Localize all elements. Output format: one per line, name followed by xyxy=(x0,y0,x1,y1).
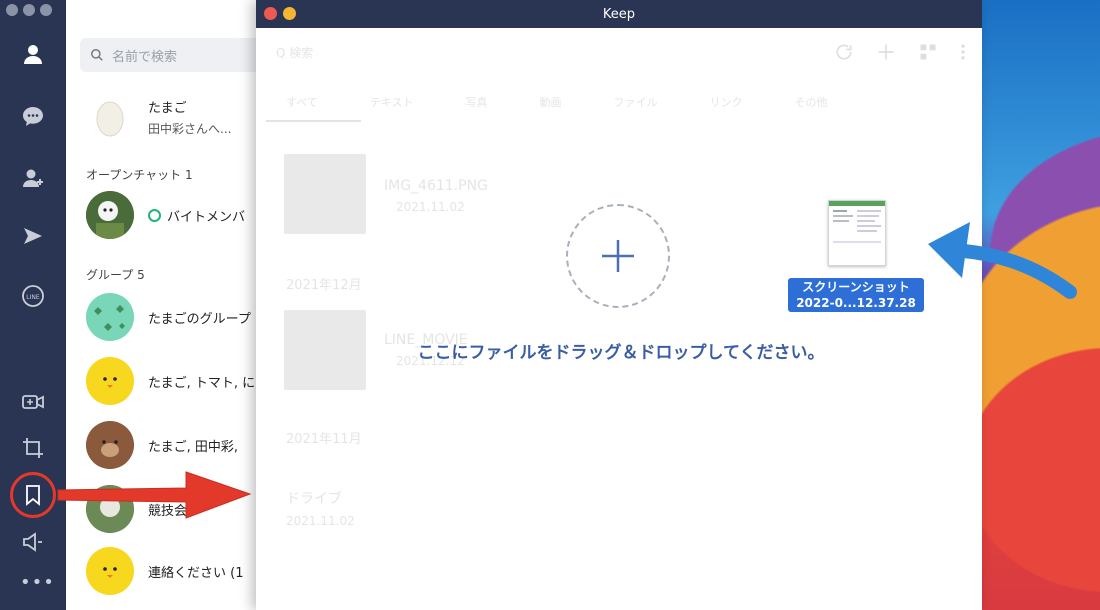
keep-search[interactable]: Q 検索 xyxy=(276,44,313,61)
keep-bookmark-icon[interactable] xyxy=(19,481,47,509)
open-chat-badge-icon xyxy=(148,208,161,222)
add-friend-icon[interactable] xyxy=(19,164,47,192)
open-chat-section-label: オープンチャット 1 xyxy=(86,168,193,182)
chats-icon[interactable] xyxy=(19,102,47,130)
more-icon[interactable]: ••• xyxy=(20,572,55,593)
plus-icon xyxy=(602,240,634,272)
dragged-file-label: スクリーンショット 2022-0...12.37.28 xyxy=(788,278,924,312)
section-label: 2021年12月 xyxy=(286,278,362,293)
tab-videos[interactable]: 動画 xyxy=(539,94,561,110)
svg-text:LINE: LINE xyxy=(26,294,40,301)
search-box[interactable]: 名前で検索 xyxy=(80,38,260,72)
line-voom-icon[interactable] xyxy=(19,222,47,250)
list-item[interactable]: たまご, 田中彩, xyxy=(86,420,266,470)
item-date: 2021.11.02 xyxy=(396,200,465,214)
tab-all[interactable]: すべて xyxy=(286,94,318,110)
crop-screenshot-icon[interactable] xyxy=(19,434,47,462)
avatar xyxy=(86,191,134,239)
list-item[interactable]: たまご, トマト, に xyxy=(86,356,266,406)
keep-tabs: すべて テキスト 写真 動画 ファイル リンク その他 xyxy=(256,82,982,122)
chat-name: バイトメンバ xyxy=(167,209,246,225)
refresh-icon[interactable] xyxy=(834,42,854,62)
item-name: ドライブ xyxy=(286,491,342,507)
search-icon xyxy=(91,49,103,61)
close-control[interactable] xyxy=(6,4,18,16)
keep-content: Q 検索 すべて テキスト 写真 動画 ファイル リンク その他 IMG_461 xyxy=(256,28,982,610)
minimize-control[interactable] xyxy=(23,4,35,16)
avatar xyxy=(86,93,134,141)
chat-name: 連絡ください (1 xyxy=(148,565,244,581)
add-icon[interactable] xyxy=(876,42,896,62)
chat-preview: 田中彩さんへ... xyxy=(148,122,232,136)
item-date: 2021.11.02 xyxy=(286,514,355,528)
view-icon[interactable] xyxy=(918,42,938,62)
video-call-icon[interactable] xyxy=(19,388,47,416)
avatar xyxy=(86,293,134,341)
tab-other[interactable]: その他 xyxy=(794,94,827,110)
keep-titlebar: Keep xyxy=(256,0,982,28)
group-section-label: グループ 5 xyxy=(86,268,145,282)
item-thumbnail[interactable] xyxy=(284,154,366,234)
list-item[interactable]: 連絡ください (1 xyxy=(86,546,266,596)
friends-icon[interactable] xyxy=(19,40,47,68)
zoom-control[interactable] xyxy=(40,4,52,16)
keep-minimize-button[interactable] xyxy=(283,7,296,20)
avatar xyxy=(86,547,134,595)
screenshot-file-icon xyxy=(829,201,885,243)
list-item[interactable]: たまごのグループ xyxy=(86,292,266,342)
tab-files[interactable]: ファイル xyxy=(613,94,657,110)
tab-links[interactable]: リンク xyxy=(709,94,742,110)
list-item[interactable]: たまご 田中彩さんへ... xyxy=(86,92,266,142)
tab-text[interactable]: テキスト xyxy=(370,94,414,110)
file-name-line2: 2022-0...12.37.28 xyxy=(796,296,916,310)
avatar xyxy=(86,485,134,533)
announcement-icon[interactable] xyxy=(19,528,47,556)
file-name-line1: スクリーンショット xyxy=(802,280,910,294)
keep-close-button[interactable] xyxy=(264,7,277,20)
list-item[interactable]: バイトメンバ xyxy=(86,190,266,240)
drop-instruction: ここにファイルをドラッグ＆ドロップしてください。 xyxy=(417,343,825,363)
list-item[interactable]: 競技会 xyxy=(86,484,266,534)
chat-name: たまご, トマト, に xyxy=(148,375,256,391)
search-placeholder: 名前で検索 xyxy=(112,49,178,65)
section-label: 2021年11月 xyxy=(286,432,362,447)
chat-name: 競技会 xyxy=(148,503,188,519)
chat-name: たまごのグループ xyxy=(148,311,251,327)
drop-target[interactable] xyxy=(566,204,670,308)
avatar xyxy=(86,421,134,469)
chat-name: たまご, 田中彩, xyxy=(148,439,239,455)
line-icon-rail: LINE ••• xyxy=(0,0,66,610)
chat-name: たまご xyxy=(148,101,187,116)
tab-photos[interactable]: 写真 xyxy=(465,94,487,110)
line-official-icon[interactable]: LINE xyxy=(19,282,47,310)
more-menu-icon[interactable] xyxy=(960,42,966,62)
avatar xyxy=(86,357,134,405)
egg-icon xyxy=(96,101,124,137)
line-window-controls xyxy=(6,4,52,16)
active-tab-indicator xyxy=(266,120,361,122)
item-name: IMG_4611.PNG xyxy=(384,178,488,194)
item-thumbnail[interactable] xyxy=(284,310,366,390)
dragged-file-thumbnail[interactable] xyxy=(828,200,886,266)
chat-list-panel: 名前で検索 たまご 田中彩さんへ... オープンチャット 1 バイトメンバ グル… xyxy=(66,0,262,610)
keep-title: Keep xyxy=(602,6,636,22)
